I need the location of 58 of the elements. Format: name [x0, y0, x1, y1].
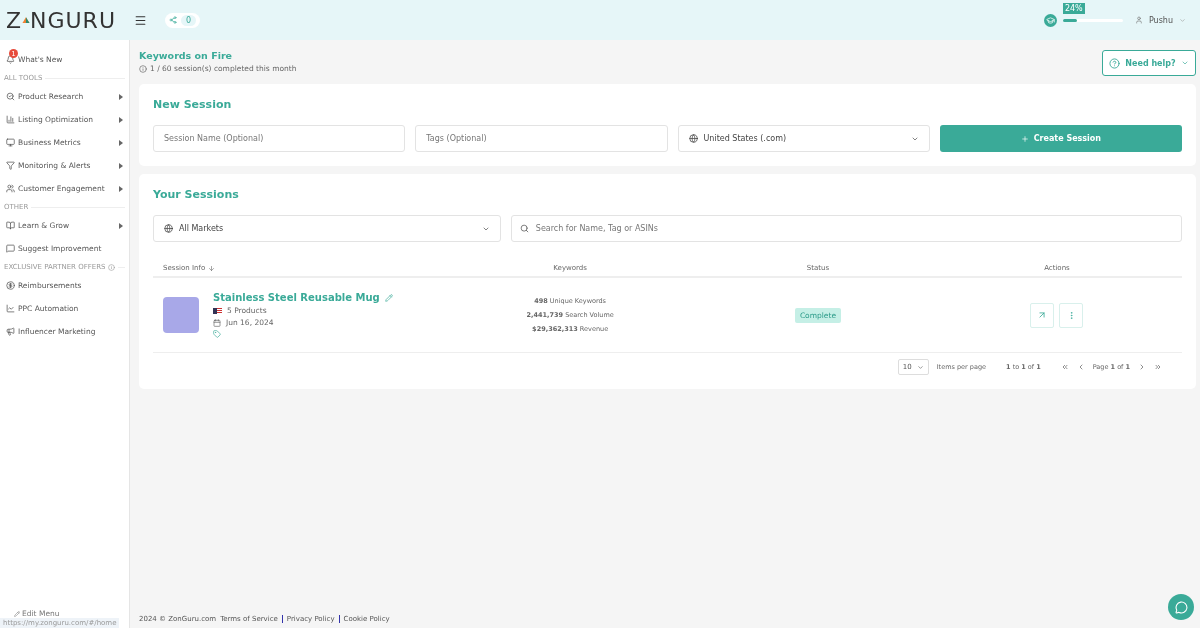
flag-icon [213, 307, 222, 314]
item-icon [6, 221, 15, 230]
arrow-up-right-icon [1037, 310, 1048, 320]
photo-placeholder [163, 297, 199, 333]
market-filter-dropdown[interactable]: All Markets [153, 215, 501, 242]
graduation-cap-icon [1043, 13, 1057, 27]
item-icon [6, 244, 15, 253]
help-icon [1109, 57, 1121, 69]
user-icon [1134, 16, 1143, 24]
pencil-icon [14, 610, 20, 617]
item-icon [6, 327, 15, 336]
sort-arrow-icon [208, 264, 216, 272]
chevron-down-icon [1179, 16, 1186, 24]
chevron-down-icon [1180, 59, 1189, 67]
search-icon [519, 224, 529, 233]
next-page-icon [1138, 363, 1146, 371]
caret-icon [119, 185, 123, 192]
first-page-button[interactable] [1060, 363, 1069, 371]
last-page-icon [1154, 363, 1162, 371]
item-icon [6, 161, 15, 170]
caret-icon [119, 222, 123, 229]
item-icon [6, 92, 15, 101]
item-icon [6, 138, 15, 147]
menu-icon[interactable] [134, 13, 147, 27]
pencil-icon[interactable] [384, 293, 393, 302]
globe-icon [164, 224, 173, 233]
item-icon [6, 55, 15, 64]
market-dropdown[interactable]: United States (.com) [677, 125, 930, 152]
first-page-icon [1060, 363, 1069, 371]
session-name-field[interactable]: Session Name (Optional) [153, 125, 406, 152]
globe-icon [688, 134, 698, 143]
caret-icon [119, 116, 123, 123]
share-icon [169, 16, 177, 24]
last-page-button[interactable] [1154, 363, 1162, 371]
card-title: New Session [153, 98, 233, 111]
user-name[interactable]: Pushu [1148, 15, 1173, 25]
chat-icon [1174, 600, 1188, 614]
item-icon [6, 304, 15, 313]
page-title: Keywords on Fire [139, 50, 234, 61]
info-icon [139, 64, 147, 73]
search-field[interactable]: Search for Name, Tag or ASINs [510, 215, 1182, 242]
caret-icon [119, 139, 123, 146]
next-page-button[interactable] [1138, 363, 1146, 371]
progress-label: 24% [1062, 2, 1085, 14]
tag-icon [213, 330, 221, 338]
logo: Z NGURU [6, 7, 116, 33]
caret-icon [119, 162, 123, 169]
item-icon [6, 281, 15, 290]
calendar-icon [213, 318, 221, 327]
caret-icon [119, 93, 123, 100]
chevron-down-icon [916, 363, 924, 371]
item-icon [6, 115, 15, 124]
tags-field[interactable]: Tags (Optional) [415, 125, 668, 152]
plus-icon [1020, 134, 1029, 143]
chat-button[interactable] [1168, 594, 1194, 620]
item-icon [6, 184, 15, 193]
info-icon [108, 263, 116, 271]
card-title: Your Sessions [153, 188, 240, 201]
